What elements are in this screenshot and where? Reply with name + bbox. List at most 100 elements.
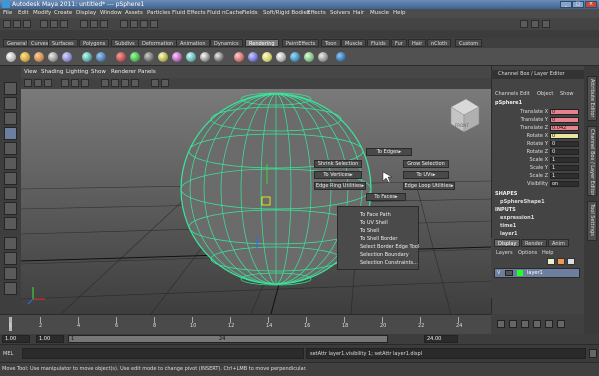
menu-effects[interactable]: Effects (307, 10, 326, 16)
input-node[interactable]: expression1 (500, 215, 534, 221)
attr-value-scale-x[interactable]: 1 (550, 157, 579, 163)
range-bar[interactable]: 1 24 (68, 335, 388, 343)
tab-toon[interactable]: Toon (321, 39, 341, 47)
play-forwards-icon[interactable] (533, 320, 541, 328)
menu-fluid-ncache[interactable]: Fluid nCache (207, 10, 243, 16)
mm-to-vertices[interactable]: To Vertices▸ (314, 171, 362, 179)
snap-grid-icon[interactable] (80, 20, 88, 28)
end-time-field[interactable]: 24.00 (424, 335, 458, 343)
command-input[interactable] (22, 348, 304, 359)
menu-create[interactable]: Create (54, 10, 72, 16)
start-time-field[interactable]: 1.00 (2, 335, 30, 343)
menu-cb-show[interactable]: Show (560, 91, 574, 97)
phong-icon[interactable] (144, 52, 154, 62)
select-camera-icon[interactable] (24, 79, 32, 87)
input-node[interactable]: layer1 (500, 231, 518, 237)
ipr-icon[interactable] (248, 52, 258, 62)
blinn-icon[interactable] (130, 52, 140, 62)
attr-value-rotate-y[interactable]: 0 (550, 141, 579, 147)
persp-graph-layout-icon[interactable] (4, 282, 17, 295)
layer-options-icon[interactable] (567, 258, 575, 265)
mm-shrink-selection[interactable]: Shrink Selection (314, 160, 362, 168)
menu-view[interactable]: View (24, 69, 37, 75)
tab-subdivs[interactable]: Subdivs (111, 39, 139, 47)
use-lights-icon[interactable] (131, 79, 139, 87)
layer-menu-help[interactable]: Help (542, 250, 553, 256)
side-tab-channel-box[interactable]: Channel Box / Layer Editor (587, 126, 597, 196)
attr-value-translate-x[interactable]: 0 (550, 109, 579, 115)
soft-modification-icon[interactable] (4, 187, 17, 200)
tab-animation[interactable]: Animation (176, 39, 210, 47)
hypershade-icon[interactable] (276, 52, 286, 62)
menu-help[interactable]: Help (393, 10, 406, 16)
new-layer-icon[interactable] (547, 258, 555, 265)
current-time-field[interactable]: 1.00 (36, 335, 64, 343)
time-slider[interactable]: 1 2 4 6 8 10 12 14 16 18 20 22 24 (0, 314, 491, 335)
attr-value-rotate-x[interactable]: 0 (550, 133, 579, 139)
show-manipulator-icon[interactable] (4, 202, 17, 215)
move-tool-icon[interactable] (4, 127, 17, 140)
tab-polygons[interactable]: Polygons (79, 39, 110, 47)
select-object-icon[interactable] (50, 20, 58, 28)
tab-fluids[interactable]: Fluids (367, 39, 390, 47)
script-editor-icon[interactable] (589, 349, 597, 358)
tab-ncloth[interactable]: nCloth (427, 39, 452, 47)
menu-modify[interactable]: Modify (33, 10, 51, 16)
render-current-frame-icon[interactable] (234, 52, 244, 62)
command-language-label[interactable]: MEL (3, 351, 13, 357)
tab-painteffects[interactable]: PaintEffects (282, 39, 320, 47)
tab-custom[interactable]: Custom (455, 39, 483, 47)
minimize-button[interactable]: _ (560, 1, 572, 8)
menu-fields[interactable]: Fields (242, 10, 258, 16)
scale-tool-icon[interactable] (4, 157, 17, 170)
show-attribute-editor-icon[interactable] (520, 20, 528, 28)
menu-lighting[interactable]: Lighting (66, 69, 88, 75)
select-component-icon[interactable] (60, 20, 68, 28)
grid-toggle-icon[interactable] (61, 79, 69, 87)
mm-grow-selection[interactable]: Grow Selection (403, 160, 449, 168)
last-tool-icon[interactable] (4, 217, 17, 230)
menu-muscle[interactable]: Muscle (370, 10, 389, 16)
attr-value-scale-y[interactable]: 1 (550, 165, 579, 171)
menu-renderer[interactable]: Renderer (111, 69, 136, 75)
anisotropic-icon[interactable] (172, 52, 182, 62)
menu-fluid-effects[interactable]: Fluid Effects (172, 10, 206, 16)
tab-muscle[interactable]: Muscle (341, 39, 367, 47)
side-tab-tool-settings[interactable]: Tool Settings (587, 201, 597, 241)
selected-object-name[interactable]: pSphere1 (495, 100, 522, 106)
ipr-render-icon[interactable] (140, 20, 148, 28)
tab-surfaces[interactable]: Surfaces (48, 39, 78, 47)
mm-edge-ring-utilities[interactable]: Edge Ring Utilities▸ (314, 182, 366, 190)
submenu-to-uv-shell[interactable]: To UV Shell (360, 220, 388, 226)
surface-shader-icon[interactable] (214, 52, 224, 62)
xray-icon[interactable] (161, 79, 169, 87)
layer-name[interactable]: layer1 (527, 270, 543, 276)
wireframe-icon[interactable] (101, 79, 109, 87)
menu-file[interactable]: File (3, 10, 12, 16)
attr-value-translate-z[interactable]: 0.042 (550, 125, 579, 131)
layer-menu-options[interactable]: Options (518, 250, 537, 256)
layer-tab-render[interactable]: Render (521, 239, 547, 247)
show-tool-settings-icon[interactable] (531, 20, 539, 28)
camera-aim-icon[interactable] (96, 52, 106, 62)
close-button[interactable]: × (585, 1, 597, 8)
point-light-icon[interactable] (20, 52, 30, 62)
menu-panels[interactable]: Panels (138, 69, 156, 75)
open-scene-icon[interactable] (13, 20, 21, 28)
step-back-icon[interactable] (509, 320, 517, 328)
tab-dynamics[interactable]: Dynamics (210, 39, 243, 47)
mm-to-edges[interactable]: To Edges▸ (366, 148, 412, 156)
menu-soft-rigid-bodies[interactable]: Soft/Rigid Bodies (263, 10, 310, 16)
layer-visibility-toggle[interactable]: V (497, 270, 500, 276)
menu-edit[interactable]: Edit (18, 10, 29, 16)
layer-color-swatch[interactable] (517, 270, 523, 276)
mental-ray-icon[interactable] (336, 52, 346, 62)
layer-tab-anim[interactable]: Anim (548, 239, 569, 247)
snap-curve-icon[interactable] (90, 20, 98, 28)
sphere-icon[interactable] (6, 52, 16, 62)
save-scene-icon[interactable] (23, 20, 31, 28)
go-to-start-icon[interactable] (497, 320, 505, 328)
textured-icon[interactable] (121, 79, 129, 87)
universal-manipulator-icon[interactable] (4, 172, 17, 185)
lambert-icon[interactable] (116, 52, 126, 62)
